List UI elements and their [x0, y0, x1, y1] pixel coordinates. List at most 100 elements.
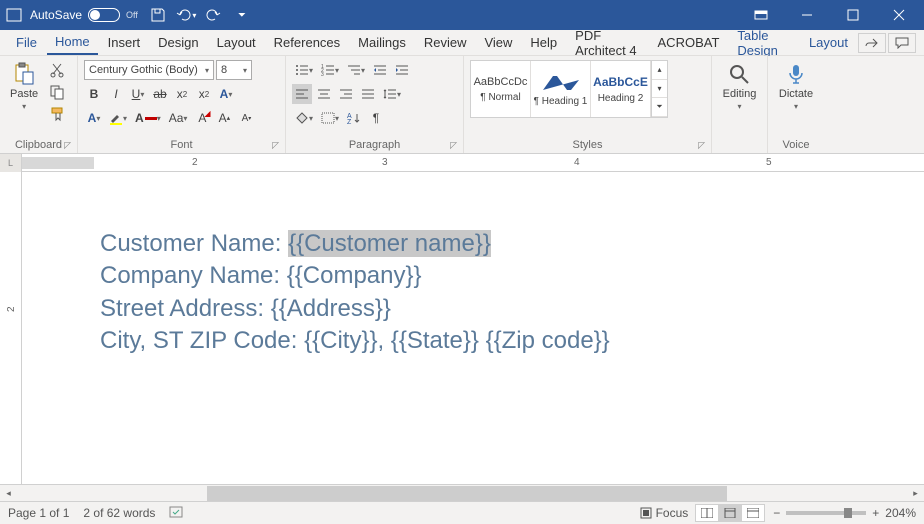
doc-line-4[interactable]: City, ST ZIP Code: {{City}}, {{State}} {… — [100, 325, 610, 357]
find-icon — [727, 62, 751, 86]
tab-table-layout[interactable]: Layout — [801, 31, 856, 54]
tab-acrobat[interactable]: ACROBAT — [650, 31, 728, 54]
multilevel-list-button[interactable]: ▾ — [344, 60, 368, 80]
ruler-corner[interactable]: L — [0, 154, 22, 172]
bullets-button[interactable]: ▾ — [292, 60, 316, 80]
align-right-button[interactable] — [336, 84, 356, 104]
comments-button[interactable] — [888, 33, 916, 53]
zoom-level[interactable]: 204% — [885, 506, 916, 520]
font-name-combo[interactable]: Century Gothic (Body)▾ — [84, 60, 214, 80]
launcher-icon[interactable]: ◸ — [698, 140, 705, 151]
decrease-indent-button[interactable] — [370, 60, 390, 80]
justify-button[interactable] — [358, 84, 378, 104]
zoom-out-button[interactable]: − — [773, 506, 780, 520]
tab-review[interactable]: Review — [416, 31, 475, 54]
tab-insert[interactable]: Insert — [100, 31, 149, 54]
strikethrough-button[interactable]: ab — [150, 84, 170, 104]
autosave-label: AutoSave — [30, 8, 82, 22]
shrink-font-button[interactable]: A▾ — [236, 108, 256, 128]
autosave-toggle[interactable]: AutoSave Off — [30, 8, 138, 22]
scroll-left-icon[interactable]: ◂ — [0, 485, 17, 502]
paste-button[interactable]: Paste ▾ — [6, 60, 42, 113]
word-count[interactable]: 2 of 62 words — [83, 506, 155, 520]
style-normal[interactable]: AaBbCcDc ¶ Normal — [471, 61, 531, 117]
tab-layout[interactable]: Layout — [209, 31, 264, 54]
group-styles: AaBbCcDc ¶ Normal ¶ Heading 1 AaBbCcE He… — [464, 56, 712, 153]
close-button[interactable] — [876, 0, 922, 30]
tab-help[interactable]: Help — [522, 31, 565, 54]
group-voice-label: Voice — [783, 139, 810, 151]
style-heading1[interactable]: ¶ Heading 1 — [531, 61, 591, 117]
zoom-slider[interactable] — [786, 511, 866, 515]
superscript-button[interactable]: x2 — [194, 84, 214, 104]
align-left-button[interactable] — [292, 84, 312, 104]
cut-button[interactable] — [46, 60, 68, 80]
zoom-control[interactable]: − + 204% — [773, 506, 916, 520]
align-center-button[interactable] — [314, 84, 334, 104]
doc-line-3[interactable]: Street Address: {{Address}} — [100, 293, 610, 325]
line-spacing-button[interactable]: ▾ — [380, 84, 404, 104]
style-heading2[interactable]: AaBbCcE Heading 2 — [591, 61, 651, 117]
zoom-in-button[interactable]: + — [872, 506, 879, 520]
doc-line-1[interactable]: Customer Name: {{Customer name}} — [100, 228, 610, 260]
maximize-button[interactable] — [830, 0, 876, 30]
shading-button[interactable]: ▾ — [292, 108, 316, 128]
autosave-state: Off — [126, 10, 138, 20]
print-layout-button[interactable] — [718, 504, 742, 522]
horizontal-ruler[interactable]: L 2 3 4 5 — [0, 154, 924, 172]
ribbon-tabs: File Home Insert Design Layout Reference… — [0, 30, 924, 56]
tab-view[interactable]: View — [476, 31, 520, 54]
change-case-button[interactable]: Aa▾ — [166, 108, 191, 128]
qat-customize-icon[interactable]: ⏷ — [230, 3, 254, 27]
increase-indent-button[interactable] — [392, 60, 412, 80]
font-color-button[interactable]: A▾ — [132, 108, 164, 128]
editing-button[interactable]: Editing ▾ — [719, 60, 761, 113]
format-painter-button[interactable] — [46, 104, 68, 124]
page: Customer Name: {{Customer name}} Company… — [22, 172, 610, 358]
undo-icon[interactable]: ▾ — [174, 3, 198, 27]
tab-home[interactable]: Home — [47, 30, 98, 55]
styles-scroll[interactable]: ▴▾⏷ — [651, 61, 667, 117]
bold-button[interactable]: B — [84, 84, 104, 104]
save-icon[interactable] — [146, 3, 170, 27]
italic-button[interactable]: I — [106, 84, 126, 104]
font-size-combo[interactable]: 8▾ — [216, 60, 252, 80]
sort-button[interactable]: AZ — [344, 108, 364, 128]
launcher-icon[interactable]: ◸ — [450, 140, 457, 151]
dictate-button[interactable]: Dictate ▾ — [775, 60, 817, 113]
share-button[interactable] — [858, 33, 886, 53]
spellcheck-icon[interactable] — [169, 506, 185, 520]
clear-formatting-button[interactable]: A◢ — [192, 108, 212, 128]
web-layout-button[interactable] — [741, 504, 765, 522]
text-highlight-button[interactable]: A▾ — [84, 108, 104, 128]
page-viewport[interactable]: Customer Name: {{Customer name}} Company… — [22, 172, 924, 484]
focus-mode[interactable]: Focus — [640, 506, 689, 520]
styles-gallery[interactable]: AaBbCcDc ¶ Normal ¶ Heading 1 AaBbCcE He… — [470, 60, 668, 118]
highlight-color-button[interactable]: ▾ — [106, 108, 130, 128]
show-marks-button[interactable]: ¶ — [366, 108, 386, 128]
tab-references[interactable]: References — [266, 31, 348, 54]
copy-button[interactable] — [46, 82, 68, 102]
underline-button[interactable]: U▾ — [128, 84, 148, 104]
scroll-right-icon[interactable]: ▸ — [907, 485, 924, 502]
read-mode-button[interactable] — [695, 504, 719, 522]
chevron-down-icon: ▾ — [22, 102, 26, 111]
vertical-ruler[interactable]: 2 — [0, 172, 22, 484]
tab-design[interactable]: Design — [150, 31, 206, 54]
page-indicator[interactable]: Page 1 of 1 — [8, 506, 69, 520]
doc-line-2[interactable]: Company Name: {{Company}} — [100, 260, 610, 292]
tab-mailings[interactable]: Mailings — [350, 31, 414, 54]
numbering-button[interactable]: 123▾ — [318, 60, 342, 80]
grow-font-button[interactable]: A▴ — [214, 108, 234, 128]
launcher-icon[interactable]: ◸ — [64, 140, 71, 151]
horizontal-scrollbar[interactable]: ◂ ▸ — [0, 484, 924, 501]
selected-field[interactable]: {{Customer name}} — [288, 230, 491, 257]
borders-button[interactable]: ▾ — [318, 108, 342, 128]
text-effects-button[interactable]: A▾ — [216, 84, 236, 104]
document-area: 2 Customer Name: {{Customer name}} Compa… — [0, 172, 924, 484]
subscript-button[interactable]: x2 — [172, 84, 192, 104]
tab-file[interactable]: File — [8, 31, 45, 54]
redo-icon[interactable] — [202, 3, 226, 27]
launcher-icon[interactable]: ◸ — [272, 140, 279, 151]
autosave-switch[interactable] — [88, 8, 120, 22]
